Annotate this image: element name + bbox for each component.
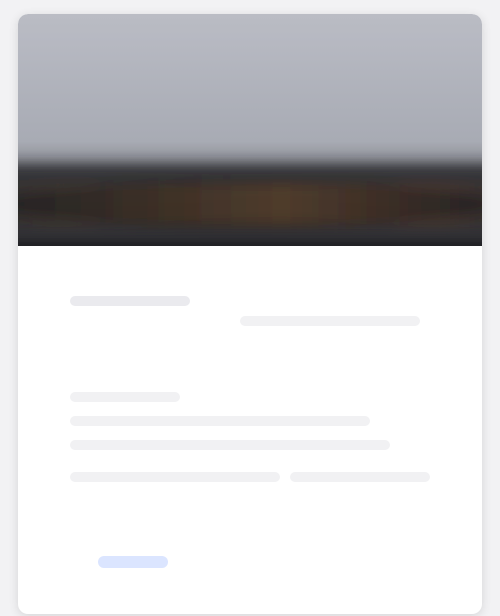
hero-image: [18, 14, 482, 246]
text-line: [70, 392, 180, 402]
text-line: [70, 440, 390, 450]
text-line: [70, 296, 190, 306]
card-link[interactable]: [98, 556, 168, 568]
text-line: [290, 472, 430, 482]
text-line: [240, 316, 420, 326]
card-content: [70, 276, 430, 576]
text-line: [70, 416, 370, 426]
content-card: [18, 14, 482, 614]
page: [0, 0, 500, 616]
text-line: [70, 472, 280, 482]
